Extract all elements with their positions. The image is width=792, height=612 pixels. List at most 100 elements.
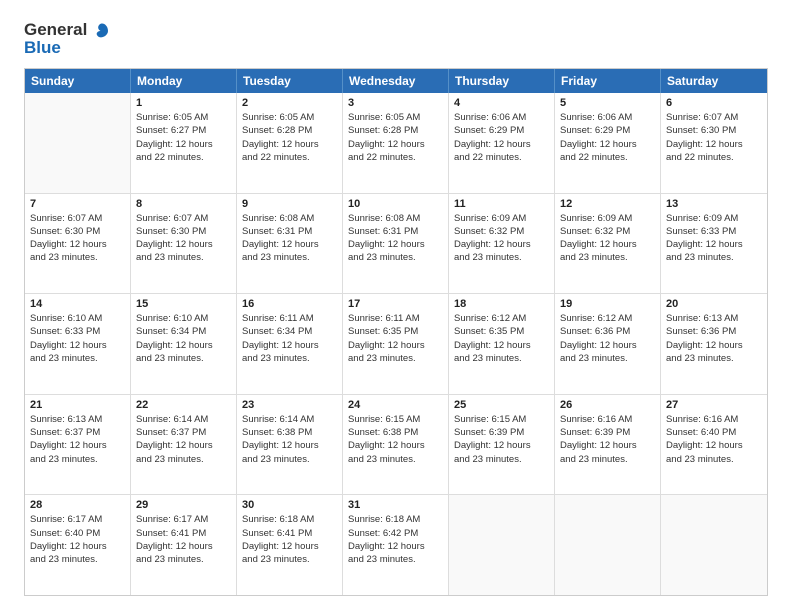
day-cell-22: 22 Sunrise: 6:14 AMSunset: 6:37 PMDayligh… [131,395,237,495]
day-number: 26 [560,399,655,411]
day-number: 22 [136,399,231,411]
header-day-monday: Monday [131,69,237,93]
day-number: 12 [560,198,655,210]
header-day-friday: Friday [555,69,661,93]
day-cell-14: 14 Sunrise: 6:10 AMSunset: 6:33 PMDayligh… [25,294,131,394]
sun-info: Sunrise: 6:08 AMSunset: 6:31 PMDaylight:… [348,212,443,265]
day-number: 29 [136,499,231,511]
day-cell-19: 19Sunrise: 6:12 AMSunset: 6:36 PMDayligh… [555,294,661,394]
day-number: 20 [666,298,762,310]
day-cell-27: 27 Sunrise: 6:16 AMSunset: 6:40 PMDayligh… [661,395,767,495]
sun-info: Sunrise: 6:14 AMSunset: 6:38 PMDaylight:… [242,413,337,466]
calendar-body: 1Sunrise: 6:05 AMSunset: 6:27 PMDaylight… [25,93,767,595]
day-number: 18 [454,298,549,310]
empty-cell [25,93,131,193]
day-number: 14 [30,298,125,310]
sun-info: Sunrise: 6:09 AMSunset: 6:32 PMDaylight:… [454,212,549,265]
sun-info: Sunrise: 6:10 AMSunset: 6:34 PMDaylight:… [136,312,231,365]
day-number: 7 [30,198,125,210]
sun-info: Sunrise: 6:10 AMSunset: 6:33 PMDaylight:… [30,312,125,365]
day-number: 6 [666,97,762,109]
day-number: 21 [30,399,125,411]
empty-cell [555,495,661,595]
day-number: 13 [666,198,762,210]
day-number: 16 [242,298,337,310]
day-cell-9: 9 Sunrise: 6:08 AMSunset: 6:31 PMDaylight… [237,194,343,294]
sun-info: Sunrise: 6:07 AMSunset: 6:30 PMDaylight:… [136,212,231,265]
week-row-0: 1Sunrise: 6:05 AMSunset: 6:27 PMDaylight… [25,93,767,194]
week-row-3: 21 Sunrise: 6:13 AMSunset: 6:37 PMDayligh… [25,395,767,496]
week-row-4: 28 Sunrise: 6:17 AMSunset: 6:40 PMDayligh… [25,495,767,595]
header-day-sunday: Sunday [25,69,131,93]
day-cell-25: 25Sunrise: 6:15 AMSunset: 6:39 PMDayligh… [449,395,555,495]
sun-info: Sunrise: 6:16 AMSunset: 6:40 PMDaylight:… [666,413,762,466]
sun-info: Sunrise: 6:12 AMSunset: 6:36 PMDaylight:… [560,312,655,365]
sun-info: Sunrise: 6:13 AMSunset: 6:37 PMDaylight:… [30,413,125,466]
sun-info: Sunrise: 6:11 AMSunset: 6:35 PMDaylight:… [348,312,443,365]
logo-line1: General [24,20,111,40]
sun-info: Sunrise: 6:06 AMSunset: 6:29 PMDaylight:… [454,111,549,164]
week-row-2: 14 Sunrise: 6:10 AMSunset: 6:33 PMDayligh… [25,294,767,395]
day-number: 4 [454,97,549,109]
day-number: 27 [666,399,762,411]
sun-info: Sunrise: 6:09 AMSunset: 6:32 PMDaylight:… [560,212,655,265]
sun-info: Sunrise: 6:18 AMSunset: 6:42 PMDaylight:… [348,513,443,566]
day-number: 31 [348,499,443,511]
day-cell-15: 15 Sunrise: 6:10 AMSunset: 6:34 PMDayligh… [131,294,237,394]
day-number: 9 [242,198,337,210]
header-day-tuesday: Tuesday [237,69,343,93]
day-cell-5: 5Sunrise: 6:06 AMSunset: 6:29 PMDaylight… [555,93,661,193]
header: General Blue [24,20,768,58]
day-cell-31: 31 Sunrise: 6:18 AMSunset: 6:42 PMDayligh… [343,495,449,595]
logo: General Blue [24,20,111,58]
day-number: 28 [30,499,125,511]
header-day-wednesday: Wednesday [343,69,449,93]
day-cell-20: 20 Sunrise: 6:13 AMSunset: 6:36 PMDayligh… [661,294,767,394]
sun-info: Sunrise: 6:15 AMSunset: 6:38 PMDaylight:… [348,413,443,466]
day-number: 3 [348,97,443,109]
logo-blue-text: Blue [24,38,111,58]
day-cell-8: 8 Sunrise: 6:07 AMSunset: 6:30 PMDaylight… [131,194,237,294]
day-cell-29: 29Sunrise: 6:17 AMSunset: 6:41 PMDayligh… [131,495,237,595]
day-number: 30 [242,499,337,511]
sun-info: Sunrise: 6:16 AMSunset: 6:39 PMDaylight:… [560,413,655,466]
day-number: 5 [560,97,655,109]
day-number: 10 [348,198,443,210]
day-cell-26: 26 Sunrise: 6:16 AMSunset: 6:39 PMDayligh… [555,395,661,495]
sun-info: Sunrise: 6:15 AMSunset: 6:39 PMDaylight:… [454,413,549,466]
calendar: SundayMondayTuesdayWednesdayThursdayFrid… [24,68,768,596]
sun-info: Sunrise: 6:07 AMSunset: 6:30 PMDaylight:… [666,111,762,164]
sun-info: Sunrise: 6:07 AMSunset: 6:30 PMDaylight:… [30,212,125,265]
day-number: 11 [454,198,549,210]
header-day-saturday: Saturday [661,69,767,93]
day-cell-10: 10 Sunrise: 6:08 AMSunset: 6:31 PMDayligh… [343,194,449,294]
day-number: 15 [136,298,231,310]
day-cell-1: 1Sunrise: 6:05 AMSunset: 6:27 PMDaylight… [131,93,237,193]
day-cell-28: 28 Sunrise: 6:17 AMSunset: 6:40 PMDayligh… [25,495,131,595]
empty-cell [661,495,767,595]
sun-info: Sunrise: 6:11 AMSunset: 6:34 PMDaylight:… [242,312,337,365]
logo-icon [93,22,111,40]
day-cell-3: 3Sunrise: 6:05 AMSunset: 6:28 PMDaylight… [343,93,449,193]
sun-info: Sunrise: 6:13 AMSunset: 6:36 PMDaylight:… [666,312,762,365]
empty-cell [449,495,555,595]
logo-general-text: General [24,20,87,39]
sun-info: Sunrise: 6:05 AMSunset: 6:27 PMDaylight:… [136,111,231,164]
day-number: 17 [348,298,443,310]
sun-info: Sunrise: 6:12 AMSunset: 6:35 PMDaylight:… [454,312,549,365]
day-cell-24: 24Sunrise: 6:15 AMSunset: 6:38 PMDayligh… [343,395,449,495]
sun-info: Sunrise: 6:18 AMSunset: 6:41 PMDaylight:… [242,513,337,566]
sun-info: Sunrise: 6:17 AMSunset: 6:40 PMDaylight:… [30,513,125,566]
page: General Blue SundayMondayTuesdayWednesda… [0,0,792,612]
day-number: 23 [242,399,337,411]
day-number: 8 [136,198,231,210]
day-cell-4: 4 Sunrise: 6:06 AMSunset: 6:29 PMDaylight… [449,93,555,193]
week-row-1: 7 Sunrise: 6:07 AMSunset: 6:30 PMDaylight… [25,194,767,295]
sun-info: Sunrise: 6:05 AMSunset: 6:28 PMDaylight:… [242,111,337,164]
day-cell-12: 12 Sunrise: 6:09 AMSunset: 6:32 PMDayligh… [555,194,661,294]
sun-info: Sunrise: 6:14 AMSunset: 6:37 PMDaylight:… [136,413,231,466]
day-cell-16: 16 Sunrise: 6:11 AMSunset: 6:34 PMDayligh… [237,294,343,394]
day-cell-6: 6 Sunrise: 6:07 AMSunset: 6:30 PMDaylight… [661,93,767,193]
day-cell-18: 18 Sunrise: 6:12 AMSunset: 6:35 PMDayligh… [449,294,555,394]
sun-info: Sunrise: 6:08 AMSunset: 6:31 PMDaylight:… [242,212,337,265]
